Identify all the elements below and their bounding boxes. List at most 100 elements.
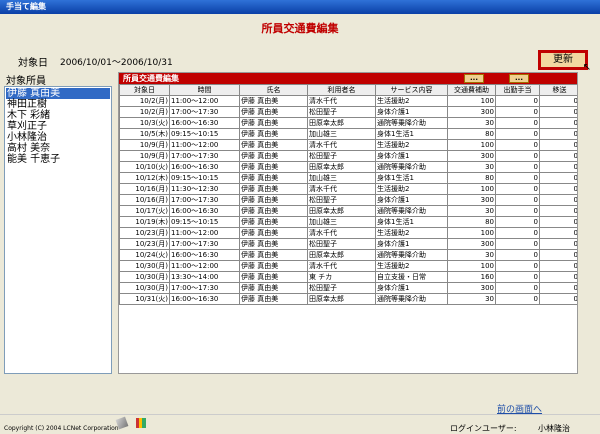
table-cell: 伊藤 真由美: [239, 205, 308, 217]
table-cell: 10/17(火): [119, 205, 170, 217]
table-cell: 伊藤 真由美: [239, 271, 308, 283]
table-cell: 伊藤 真由美: [239, 183, 308, 195]
table-cell: 11:00～12:00: [169, 95, 240, 107]
table-cell: 身体1生活1: [375, 216, 448, 228]
table-row[interactable]: 10/19(木) 09:15～10:15 伊藤 真由美 加山雄三 身体1生活1 80 0 0: [119, 216, 577, 228]
table-cell: 伊藤 真由美: [239, 106, 308, 118]
table-cell: 0: [495, 238, 540, 250]
table-row[interactable]: 10/2(月) 17:00～17:30 伊藤 真由美 松田聖子 身体介護1 300 0 0: [119, 106, 577, 118]
table-header-row: 対象日 時間 氏名 利用者名 サービス内容 交通費補助 出勤手当 移送: [119, 84, 577, 96]
table-cell: 13:30～14:00: [169, 271, 240, 283]
staff-list[interactable]: 伊藤 真由美 神田正樹 木下 彩緒 草刈正子 小林隆治 高村 美奈 能美 千恵子: [4, 86, 112, 374]
table-cell: 身体介護1: [375, 150, 448, 162]
table-row[interactable]: 10/2(月) 11:00～12:00 伊藤 真由美 清水千代 生活援助2 100 0 0: [119, 95, 577, 107]
table-cell: 清水千代: [307, 260, 376, 272]
table-cell: 16:00～16:30: [169, 249, 240, 261]
table-cell: 17:00～17:30: [169, 238, 240, 250]
table-cell: 0: [495, 293, 540, 305]
table-cell: 17:00～17:30: [169, 150, 240, 162]
column-header: 利用者名: [307, 84, 376, 96]
table-cell: 清水千代: [307, 95, 376, 107]
table-cell: 通院等乗降介助: [375, 293, 448, 305]
table-cell: 0: [495, 194, 540, 206]
table-row[interactable]: 10/24(火) 16:00～16:30 伊藤 真由美 田原幸太郎 通院等乗降介助 30 0…: [119, 249, 577, 261]
more-button-2[interactable]: ...: [509, 74, 529, 83]
table-cell: 身体介護1: [375, 106, 448, 118]
window-title: 手当て編集: [0, 0, 600, 14]
table-row[interactable]: 10/23(月) 17:00～17:30 伊藤 真由美 松田聖子 身体介護1 300 0 0: [119, 238, 577, 250]
table-cell: 0: [539, 216, 577, 228]
staff-item[interactable]: 能美 千恵子: [6, 154, 110, 165]
table-cell: 17:00～17:30: [169, 282, 240, 294]
table-row[interactable]: 10/16(月) 17:00～17:30 伊藤 真由美 松田聖子 身体介護1 300 0 0: [119, 194, 577, 206]
table-cell: 300: [447, 238, 496, 250]
table-cell: 清水千代: [307, 227, 376, 239]
table-cell: 10/24(火): [119, 249, 170, 261]
transport-table: 対象日 時間 氏名 利用者名 サービス内容 交通費補助 出勤手当 移送 10/2(月) 11:0…: [119, 84, 577, 305]
table-cell: 30: [447, 293, 496, 305]
more-button-1[interactable]: ...: [464, 74, 484, 83]
table-row[interactable]: 10/5(木) 09:15～10:15 伊藤 真由美 加山雄三 身体1生活1 80 0 0: [119, 128, 577, 140]
table-row[interactable]: 10/3(火) 16:00～16:30 伊藤 真由美 田原幸太郎 通院等乗降介助 30 0 0: [119, 117, 577, 129]
table-cell: 通院等乗降介助: [375, 205, 448, 217]
table-row[interactable]: 10/30(月) 17:00～17:30 伊藤 真由美 松田聖子 身体介護1 300 0 0: [119, 282, 577, 294]
table-cell: 10/31(火): [119, 293, 170, 305]
table-cell: 16:00～16:30: [169, 293, 240, 305]
staff-item[interactable]: 木下 彩緒: [6, 110, 110, 121]
table-cell: 100: [447, 95, 496, 107]
staff-item[interactable]: 草刈正子: [6, 121, 110, 132]
table-row[interactable]: 10/16(月) 11:30～12:30 伊藤 真由美 清水千代 生活援助2 100 0 0: [119, 183, 577, 195]
table-cell: 伊藤 真由美: [239, 150, 308, 162]
table-row[interactable]: 10/30(月) 13:30～14:00 伊藤 真由美東 チカ 自立支援・日常 160 0…: [119, 271, 577, 283]
table-row[interactable]: 10/9(月) 11:00～12:00 伊藤 真由美 清水千代 生活援助2 100 0 0: [119, 139, 577, 151]
table-cell: 09:15～10:15: [169, 216, 240, 228]
staff-item[interactable]: 伊藤 真由美: [6, 88, 110, 99]
table-cell: 伊藤 真由美: [239, 293, 308, 305]
table-row[interactable]: 10/17(火) 16:00～16:30 伊藤 真由美 田原幸太郎 通院等乗降介助 30 0…: [119, 205, 577, 217]
page-title: 所員交通費編集: [261, 22, 339, 35]
table-cell: 0: [495, 271, 540, 283]
staff-item[interactable]: 小林隆治: [6, 132, 110, 143]
table-cell: 10/3(火): [119, 117, 170, 129]
table-cell: 生活援助2: [375, 227, 448, 239]
table-cell: 0: [495, 249, 540, 261]
table-row[interactable]: 10/23(月) 11:00～12:00 伊藤 真由美 清水千代 生活援助2 100 0 0: [119, 227, 577, 239]
table-cell: 16:00～16:30: [169, 117, 240, 129]
table-cell: 0: [539, 128, 577, 140]
column-header: サービス内容: [375, 84, 448, 96]
transport-table-panel: 所員交通費編集 ... ... 対象日 時間 氏名 利用者名 サービス内容 交通費補助 出勤…: [118, 72, 578, 374]
staff-item[interactable]: 高村 美奈: [6, 143, 110, 154]
table-cell: 10/12(木): [119, 172, 170, 184]
table-cell: 松田聖子: [307, 282, 376, 294]
table-cell: 10/30(月): [119, 271, 170, 283]
table-cell: 300: [447, 282, 496, 294]
table-cell: 0: [495, 282, 540, 294]
table-cell: 通院等乗降介助: [375, 117, 448, 129]
table-cell: 伊藤 真由美: [239, 117, 308, 129]
table-cell: 16:00～16:30: [169, 161, 240, 173]
table-row[interactable]: 10/31(火) 16:00～16:30 伊藤 真由美 田原幸太郎 通院等乗降介助 30 0…: [119, 293, 577, 305]
books-icon[interactable]: [135, 418, 146, 428]
table-cell: 加山雄三: [307, 216, 376, 228]
table-cell: 0: [539, 161, 577, 173]
table-row[interactable]: 10/9(月) 17:00～17:30 伊藤 真由美 松田聖子 身体介護1 300 0 0: [119, 150, 577, 162]
refresh-button[interactable]: 更新 ↖: [538, 50, 591, 73]
table-cell: 生活援助2: [375, 95, 448, 107]
table-cell: 田原幸太郎: [307, 293, 376, 305]
table-cell: 300: [447, 150, 496, 162]
table-row[interactable]: 10/10(火) 16:00～16:30 伊藤 真由美 田原幸太郎 通院等乗降介助 30 0…: [119, 161, 577, 173]
pencil-icon[interactable]: [115, 416, 129, 430]
column-header: 移送: [539, 84, 577, 96]
staff-item[interactable]: 神田正樹: [6, 99, 110, 110]
table-cell: 身体介護1: [375, 238, 448, 250]
table-cell: 0: [539, 139, 577, 151]
table-cell: 伊藤 真由美: [239, 95, 308, 107]
table-cell: 10/9(月): [119, 139, 170, 151]
table-title: 所員交通費編集: [123, 74, 179, 83]
table-cell: 0: [539, 194, 577, 206]
table-cell: 伊藤 真由美: [239, 172, 308, 184]
table-row[interactable]: 10/30(月) 11:00～12:00 伊藤 真由美 清水千代 生活援助2 100 0 0: [119, 260, 577, 272]
table-cell: 生活援助2: [375, 139, 448, 151]
table-cell: 10/30(月): [119, 282, 170, 294]
table-row[interactable]: 10/12(木) 09:15～10:15 伊藤 真由美 加山雄三 身体1生活1 80 0 0: [119, 172, 577, 184]
